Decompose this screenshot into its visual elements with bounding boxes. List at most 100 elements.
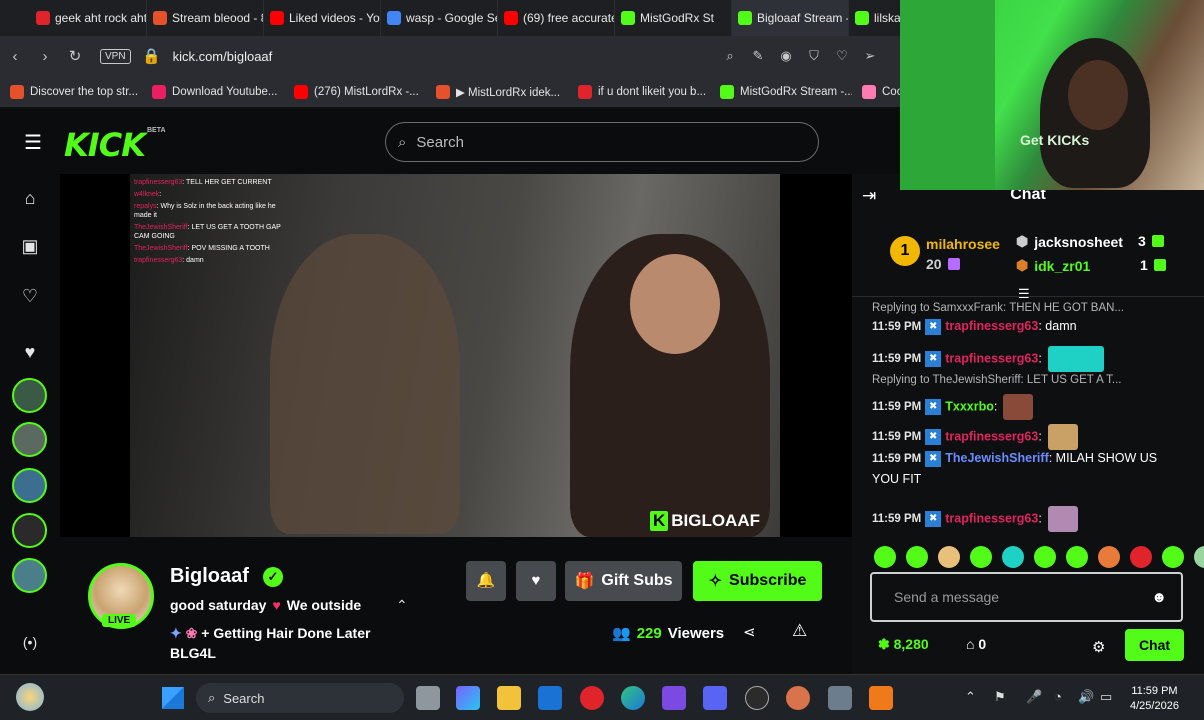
obs-icon[interactable] bbox=[745, 686, 769, 710]
bookmark-item[interactable]: ▶ MistLordRx idek... bbox=[436, 84, 568, 99]
browser-tab[interactable]: MistGodRx St bbox=[615, 0, 732, 36]
top-gifter-2[interactable]: ⬢ jacksnosheet bbox=[1016, 233, 1123, 250]
chat-message[interactable]: 11:59 PM ✖ TheJewishSheriff: MILAH SHOW US… bbox=[872, 448, 1172, 489]
outlook-icon[interactable] bbox=[538, 686, 562, 710]
reload-icon[interactable]: ↻ bbox=[60, 47, 90, 65]
microphone-icon[interactable]: 🎤 bbox=[1026, 689, 1042, 705]
browser-tab[interactable]: Liked videos - You bbox=[264, 0, 381, 36]
quick-emote-icon[interactable] bbox=[1194, 546, 1204, 568]
kick-logo[interactable]: KICK bbox=[64, 126, 146, 164]
lock-icon[interactable]: 🔒 bbox=[137, 47, 167, 65]
system-clock[interactable]: 11:59 PM 4/25/2026 bbox=[1130, 684, 1179, 714]
volume-icon[interactable]: 🔊 bbox=[1078, 689, 1094, 705]
quick-emote-icon[interactable] bbox=[1130, 546, 1152, 568]
quick-emote-icon[interactable] bbox=[1098, 546, 1120, 568]
wifi-icon[interactable]: ◔ bbox=[1054, 689, 1062, 704]
quick-emote-icon[interactable] bbox=[938, 546, 960, 568]
message-username[interactable]: trapfinesserg63 bbox=[945, 351, 1038, 365]
vpn-badge[interactable]: VPN bbox=[100, 48, 131, 64]
follow-heart-button[interactable]: ♥ bbox=[516, 561, 556, 601]
search-input[interactable]: ⌕ Search bbox=[385, 122, 819, 162]
quick-emote-icon[interactable] bbox=[1002, 546, 1024, 568]
search-page-icon[interactable]: ⌕ bbox=[716, 48, 744, 64]
following-icon[interactable]: ♡ bbox=[18, 286, 42, 307]
quick-emote-icon[interactable] bbox=[1162, 546, 1184, 568]
browser-tab[interactable]: Stream bleood - 8 bbox=[147, 0, 264, 36]
followed-channel-avatar[interactable] bbox=[12, 513, 47, 548]
windows-start-icon[interactable] bbox=[162, 687, 184, 709]
chat-message[interactable]: 11:59 PM ✖ Txxxrbo: bbox=[872, 394, 1172, 420]
subscribe-button[interactable]: ✧ Subscribe bbox=[693, 561, 822, 601]
bookmark-item[interactable]: (276) MistLordRx -... bbox=[294, 84, 426, 99]
browser-tab[interactable]: geek aht rock aht bbox=[30, 0, 147, 36]
forward-icon[interactable]: › bbox=[30, 48, 60, 65]
pinned-toggle-icon[interactable]: ☰ bbox=[1018, 286, 1030, 302]
channel-points[interactable]: ✽ 8,280 bbox=[878, 636, 929, 653]
edge-icon[interactable] bbox=[621, 686, 645, 710]
bookmark-item[interactable]: MistGodRx Stream -... bbox=[720, 84, 852, 99]
chat-message[interactable]: 11:59 PM ✖ trapfinesserg63: bbox=[872, 346, 1172, 372]
followed-channel-avatar[interactable] bbox=[12, 422, 47, 457]
browser-tab[interactable]: (69) free accurate bbox=[498, 0, 615, 36]
camera-app-icon[interactable] bbox=[828, 686, 852, 710]
home-icon[interactable]: ⌂ bbox=[18, 188, 42, 209]
message-username[interactable]: trapfinesserg63 bbox=[945, 319, 1038, 333]
followed-channel-avatar[interactable] bbox=[12, 558, 47, 593]
notification-bell-button[interactable]: 🔔 bbox=[466, 561, 506, 601]
message-username[interactable]: Txxxrbo bbox=[945, 399, 994, 413]
report-warning-icon[interactable]: ⚠ bbox=[792, 621, 807, 641]
message-username[interactable]: trapfinesserg63 bbox=[945, 429, 1038, 443]
message-username[interactable]: TheJewishSheriff bbox=[945, 451, 1049, 465]
tray-chevron-icon[interactable]: ⌃ bbox=[965, 689, 976, 705]
chat-message-input[interactable]: Send a message ☻ bbox=[870, 572, 1183, 622]
clipchamp-icon[interactable] bbox=[662, 686, 686, 710]
copilot-icon[interactable] bbox=[456, 686, 480, 710]
shop-count[interactable]: ⌂ 0 bbox=[966, 636, 986, 652]
reply-context[interactable]: Replying to TheJewishSheriff: LET US GET… bbox=[872, 374, 1172, 386]
browser-tab[interactable]: wasp - Google Se bbox=[381, 0, 498, 36]
quick-emote-icon[interactable] bbox=[970, 546, 992, 568]
reply-context[interactable]: Replying to SamxxxFrank: THEN HE GOT BAN… bbox=[872, 302, 1172, 314]
task-view-icon[interactable] bbox=[416, 686, 440, 710]
browse-icon[interactable]: ▣ bbox=[18, 236, 42, 257]
video-player[interactable]: trapfinesserg63: TELL HER GET CURRENT w4l… bbox=[60, 174, 852, 537]
emoji-picker-icon[interactable]: ☻ bbox=[1151, 589, 1167, 606]
opera-icon[interactable] bbox=[580, 686, 604, 710]
url-field[interactable]: kick.com/bigloaaf bbox=[173, 49, 273, 64]
quick-emote-icon[interactable] bbox=[1034, 546, 1056, 568]
fl-studio-icon[interactable] bbox=[869, 686, 893, 710]
bookmark-item[interactable]: Download Youtube... bbox=[152, 84, 284, 99]
message-username[interactable]: trapfinesserg63 bbox=[945, 511, 1038, 525]
bookmark-item[interactable]: if u dont likeit you b... bbox=[578, 84, 710, 99]
weather-icon[interactable] bbox=[16, 683, 44, 711]
edit-icon[interactable]: ✎ bbox=[744, 48, 772, 64]
followed-channel-avatar[interactable] bbox=[12, 378, 47, 413]
top-gifter-1[interactable]: milahrosee bbox=[926, 236, 1000, 252]
taskbar-search[interactable]: ⌕ Search bbox=[196, 683, 404, 713]
live-streams-icon[interactable]: (•) bbox=[18, 634, 42, 650]
tray-app-icon[interactable]: ⚑ bbox=[994, 689, 1006, 705]
discord-icon[interactable] bbox=[703, 686, 727, 710]
file-explorer-icon[interactable] bbox=[497, 686, 521, 710]
chat-message[interactable]: 11:59 PM ✖ trapfinesserg63: damn bbox=[872, 316, 1172, 337]
chat-message[interactable]: 11:59 PM ✖ trapfinesserg63: bbox=[872, 506, 1172, 532]
send-chat-button[interactable]: Chat bbox=[1125, 629, 1184, 661]
bookmark-item[interactable]: Discover the top str... bbox=[10, 84, 142, 99]
quick-emote-icon[interactable] bbox=[874, 546, 896, 568]
send-icon[interactable]: ➢ bbox=[856, 48, 884, 64]
chevron-up-icon[interactable]: ⌃ bbox=[396, 597, 408, 614]
gift-subs-button[interactable]: 🎁 Gift Subs bbox=[565, 561, 682, 601]
shield-icon[interactable]: ⛉ bbox=[800, 48, 828, 64]
heart-icon[interactable]: ♡ bbox=[828, 48, 856, 64]
menu-icon[interactable]: ☰ bbox=[24, 130, 42, 155]
back-icon[interactable]: ‹ bbox=[0, 48, 30, 65]
battery-icon[interactable]: ▭ bbox=[1100, 689, 1112, 705]
channel-name[interactable]: Bigloaaf bbox=[170, 565, 249, 588]
followed-heart-icon[interactable]: ♥ bbox=[18, 342, 42, 363]
browser-tab[interactable]: Bigloaaf Stream - Wat bbox=[732, 0, 849, 36]
chat-settings-gear-icon[interactable]: ⚙ bbox=[1092, 638, 1105, 656]
camera-icon[interactable]: ◉ bbox=[772, 48, 800, 64]
followed-channel-avatar[interactable] bbox=[12, 468, 47, 503]
top-gifter-3[interactable]: ⬢ idk_zr01 bbox=[1016, 257, 1090, 274]
quick-emote-icon[interactable] bbox=[1066, 546, 1088, 568]
